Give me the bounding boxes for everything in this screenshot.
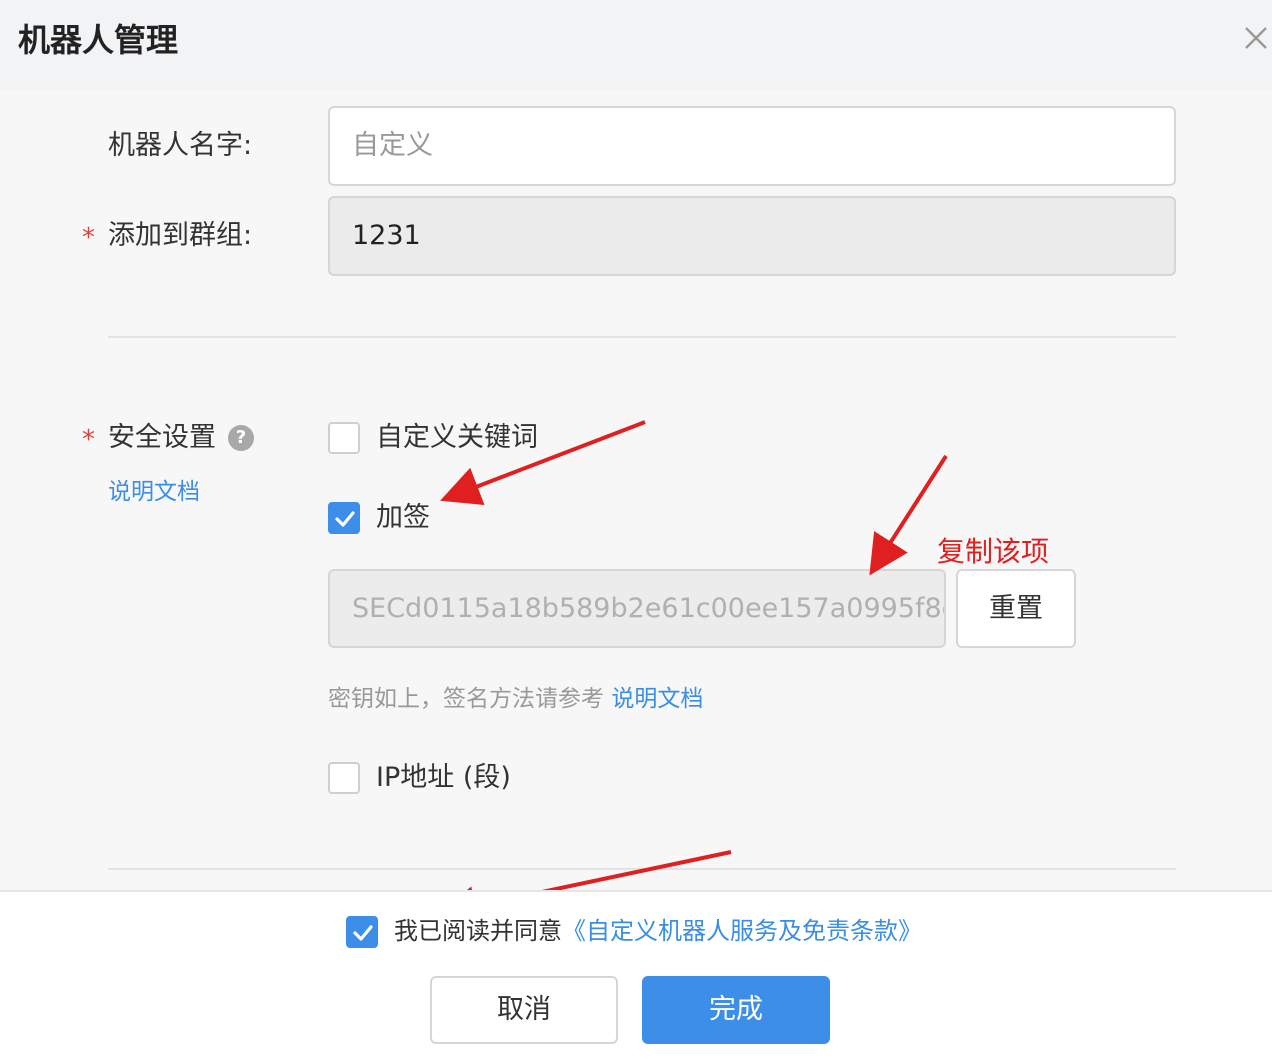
terms-link[interactable]: 《自定义机器人服务及免责条款》 [562, 917, 922, 945]
copy-annotation: 复制该项 [937, 535, 1050, 568]
arrow-to-secret [869, 454, 948, 576]
cancel-button[interactable]: 取消 [430, 976, 618, 1044]
robot-name-input[interactable]: 自定义 [328, 106, 1176, 186]
reset-button[interactable]: 重置 [956, 569, 1076, 648]
group-field: 1231 [328, 196, 1176, 276]
dialog-header [0, 0, 1272, 90]
sign-checkbox[interactable] [328, 502, 360, 534]
question-circle-icon[interactable]: ? [228, 425, 254, 451]
checkmark-icon [335, 511, 355, 527]
hint-doc-link[interactable]: 说明文档 [611, 686, 703, 712]
divider [108, 868, 1176, 870]
secret-hint-text: 密钥如上，签名方法请参考 [328, 686, 604, 712]
required-mark: * [82, 223, 95, 253]
agree-checkbox[interactable] [346, 916, 378, 948]
divider [108, 336, 1176, 338]
ip-option-label: IP地址 (段) [376, 762, 511, 793]
close-button[interactable] [1238, 20, 1272, 56]
dialog-title: 机器人管理 [18, 21, 179, 59]
ip-checkbox[interactable] [328, 762, 360, 794]
secret-hint: 密钥如上，签名方法请参考 说明文档 [328, 682, 703, 716]
sign-option-label: 加签 [376, 502, 430, 533]
doc-link[interactable]: 说明文档 [108, 472, 200, 512]
close-icon[interactable] [1238, 20, 1272, 56]
agree-statement: 我已阅读并同意《自定义机器人服务及免责条款》 [394, 913, 922, 949]
confirm-button[interactable]: 完成 [642, 976, 830, 1044]
robot-name-label: 机器人名字: [108, 130, 253, 161]
security-settings-label: 安全设置 [108, 422, 216, 453]
keyword-option-label: 自定义关键词 [376, 422, 538, 453]
agree-text: 我已阅读并同意 [394, 917, 562, 945]
group-label: 添加到群组: [108, 220, 253, 251]
checkmark-icon [353, 925, 373, 941]
keyword-checkbox[interactable] [328, 422, 360, 454]
required-mark: * [82, 425, 95, 455]
secret-field[interactable]: SECd0115a18b589b2e61c00ee157a0995f8e2 [328, 569, 946, 648]
